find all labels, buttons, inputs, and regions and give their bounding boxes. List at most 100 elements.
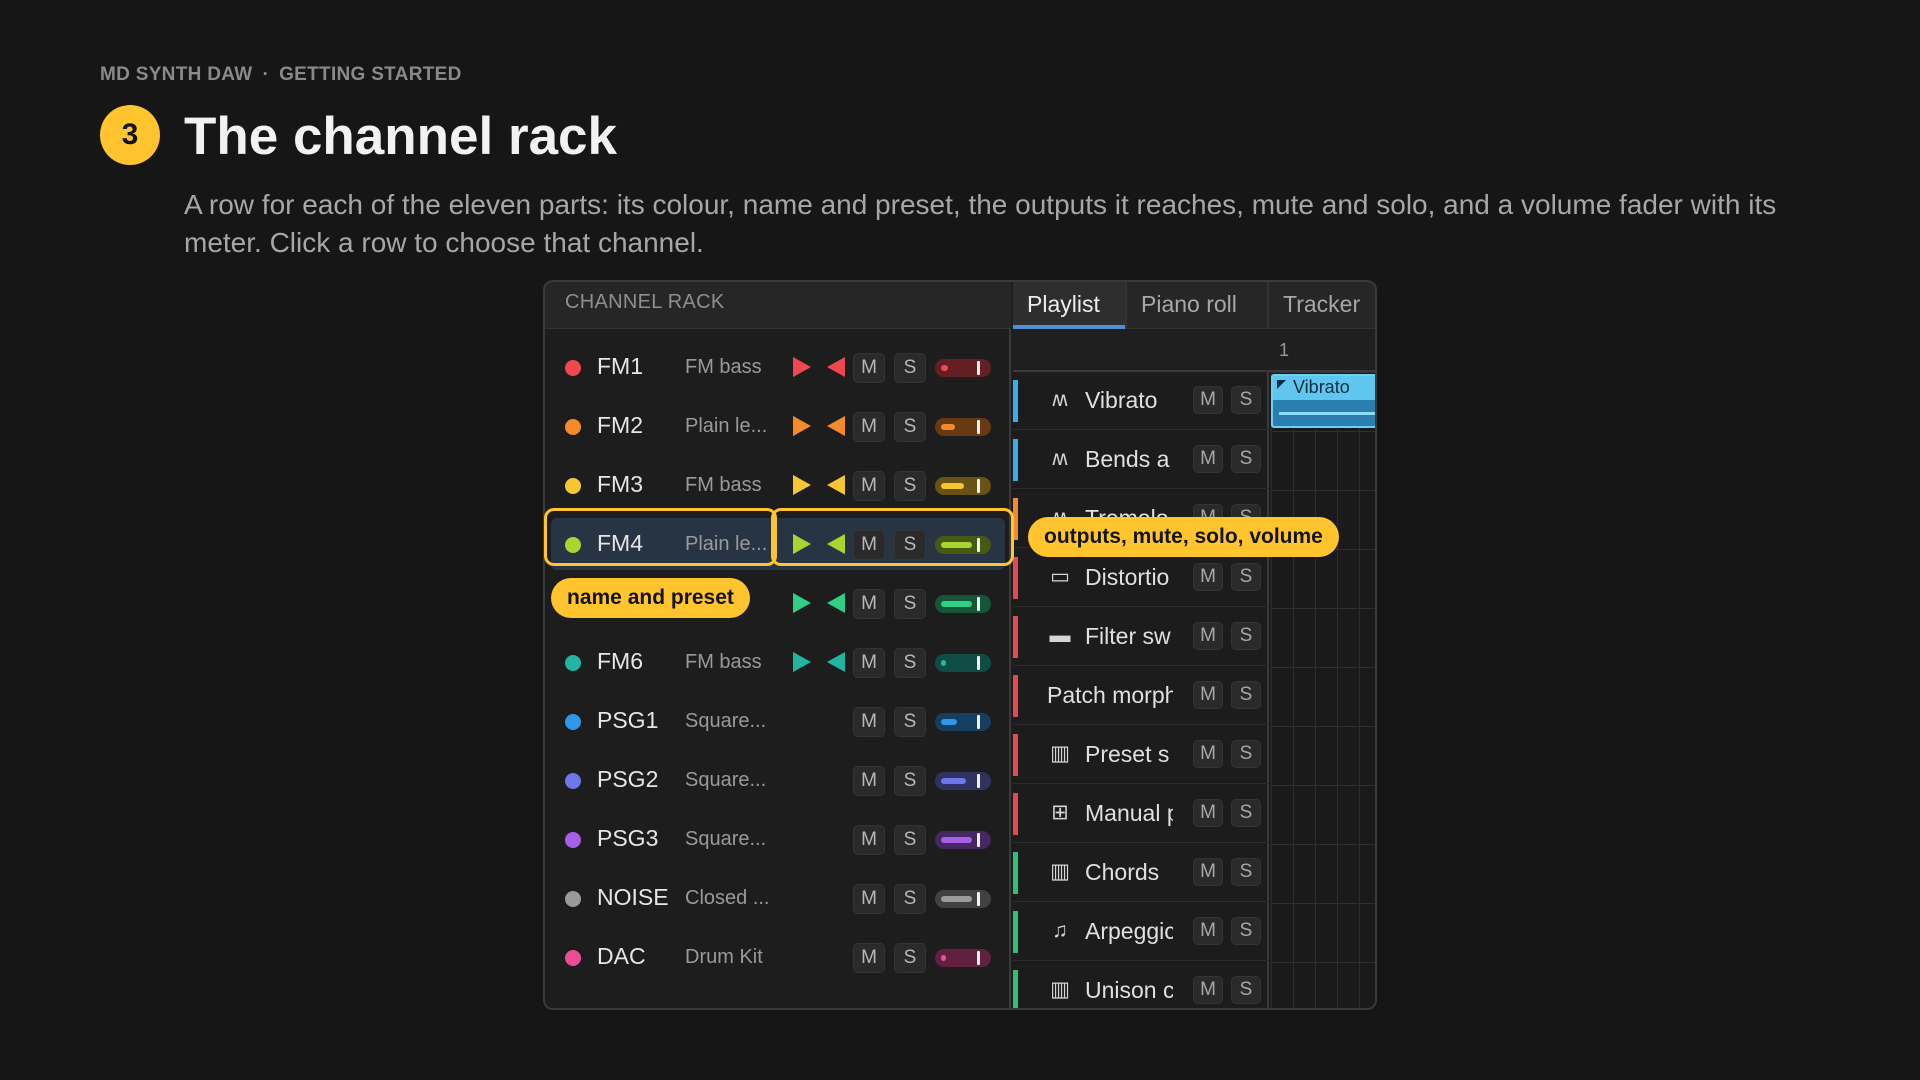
solo-button[interactable]: S bbox=[894, 825, 926, 855]
channel-row-psg1[interactable]: PSG1 Square... M S bbox=[551, 695, 1005, 747]
track-solo-button[interactable]: S bbox=[1231, 622, 1261, 650]
volume-fader[interactable] bbox=[935, 595, 991, 613]
volume-fader-handle[interactable] bbox=[977, 892, 980, 906]
playlist-track[interactable]: ▥ Preset s MS bbox=[1013, 726, 1269, 784]
window-icon: ▭ bbox=[1050, 565, 1070, 588]
tab-piano-roll[interactable]: Piano roll bbox=[1127, 282, 1269, 329]
track-mute-button[interactable]: M bbox=[1193, 740, 1223, 768]
track-mute-button[interactable]: M bbox=[1193, 858, 1223, 886]
mute-button[interactable]: M bbox=[853, 825, 885, 855]
output-right-icon[interactable] bbox=[827, 357, 845, 377]
track-solo-button[interactable]: S bbox=[1231, 681, 1261, 709]
volume-fader-handle[interactable] bbox=[977, 656, 980, 670]
channel-row-psg2[interactable]: PSG2 Square... M S bbox=[551, 754, 1005, 806]
track-solo-button[interactable]: S bbox=[1231, 917, 1261, 945]
track-color-bar bbox=[1013, 734, 1018, 776]
playlist-track[interactable]: ♫ Arpeggic M S bbox=[1013, 903, 1269, 961]
channel-name: PSG2 bbox=[597, 766, 659, 792]
tab-playlist[interactable]: Playlist bbox=[1013, 282, 1127, 329]
volume-fader[interactable] bbox=[935, 654, 991, 672]
track-solo-button[interactable]: S bbox=[1231, 386, 1261, 414]
volume-fader[interactable] bbox=[935, 418, 991, 436]
track-mute-button[interactable]: M bbox=[1193, 799, 1223, 827]
volume-fader-handle[interactable] bbox=[977, 774, 980, 788]
playlist-track[interactable]: ▬ Filter sw M S bbox=[1013, 608, 1269, 666]
timeline-ruler[interactable]: 1 bbox=[1013, 330, 1375, 372]
output-left-icon[interactable] bbox=[793, 652, 811, 672]
volume-fader[interactable] bbox=[935, 713, 991, 731]
output-right-icon[interactable] bbox=[827, 475, 845, 495]
track-mute-button[interactable]: M bbox=[1193, 622, 1223, 650]
mute-button[interactable]: M bbox=[853, 943, 885, 973]
track-mute-button[interactable]: M bbox=[1193, 976, 1223, 1004]
output-left-icon[interactable] bbox=[793, 357, 811, 377]
output-right-icon[interactable] bbox=[827, 652, 845, 672]
playlist-track[interactable]: ʍ Vibrato M S bbox=[1013, 372, 1269, 430]
playlist-track[interactable]: ▥ Unison c MS bbox=[1013, 962, 1269, 1008]
volume-fader[interactable] bbox=[935, 831, 991, 849]
solo-button[interactable]: S bbox=[894, 707, 926, 737]
output-left-icon[interactable] bbox=[793, 475, 811, 495]
solo-button[interactable]: S bbox=[894, 471, 926, 501]
volume-fader[interactable] bbox=[935, 949, 991, 967]
volume-fader[interactable] bbox=[935, 772, 991, 790]
playlist-track[interactable]: ⊞ Manual p MS bbox=[1013, 785, 1269, 843]
channel-row-fm3[interactable]: FM3 FM bass M S bbox=[551, 459, 1005, 511]
volume-fader-handle[interactable] bbox=[977, 951, 980, 965]
mute-button[interactable]: M bbox=[853, 884, 885, 914]
track-solo-button[interactable]: S bbox=[1231, 563, 1261, 591]
tab-tracker[interactable]: Tracker bbox=[1269, 282, 1375, 329]
playlist-track[interactable]: ▭ Distortio M S bbox=[1013, 549, 1269, 607]
output-left-icon[interactable] bbox=[793, 416, 811, 436]
mute-button[interactable]: M bbox=[853, 412, 885, 442]
playlist-grid[interactable]: Vibrato bbox=[1271, 372, 1375, 1008]
channel-row-fm2[interactable]: FM2 Plain le... M S bbox=[551, 400, 1005, 452]
track-solo-button[interactable]: S bbox=[1231, 445, 1261, 473]
track-solo-button[interactable]: S bbox=[1231, 976, 1261, 1004]
mute-button[interactable]: M bbox=[853, 707, 885, 737]
channel-row-fm1[interactable]: FM1 FM bass M S bbox=[551, 341, 1005, 393]
track-mute-button[interactable]: M bbox=[1193, 917, 1223, 945]
solo-button[interactable]: S bbox=[894, 648, 926, 678]
track-solo-button[interactable]: S bbox=[1231, 858, 1261, 886]
volume-fader-handle[interactable] bbox=[977, 361, 980, 375]
solo-button[interactable]: S bbox=[894, 353, 926, 383]
output-left-icon[interactable] bbox=[793, 593, 811, 613]
volume-fader[interactable] bbox=[935, 477, 991, 495]
mute-button[interactable]: M bbox=[853, 353, 885, 383]
volume-fader-handle[interactable] bbox=[977, 833, 980, 847]
track-mute-button[interactable]: M bbox=[1193, 386, 1223, 414]
mute-button[interactable]: M bbox=[853, 648, 885, 678]
channel-row-dac[interactable]: DAC Drum Kit M S bbox=[551, 931, 1005, 983]
breadcrumb-section: GETTING STARTED bbox=[279, 64, 462, 85]
volume-fader[interactable] bbox=[935, 890, 991, 908]
channel-row-noise[interactable]: NOISE Closed ... M S bbox=[551, 872, 1005, 924]
mute-button[interactable]: M bbox=[853, 471, 885, 501]
track-mute-button[interactable]: M bbox=[1193, 445, 1223, 473]
playlist-track[interactable]: ʍ Bends a MS bbox=[1013, 431, 1269, 489]
solo-button[interactable]: S bbox=[894, 766, 926, 796]
solo-button[interactable]: S bbox=[894, 943, 926, 973]
solo-button[interactable]: S bbox=[894, 412, 926, 442]
output-right-icon[interactable] bbox=[827, 593, 845, 613]
track-mute-button[interactable]: M bbox=[1193, 563, 1223, 591]
track-solo-button[interactable]: S bbox=[1231, 740, 1261, 768]
volume-fader-handle[interactable] bbox=[977, 715, 980, 729]
track-mute-button[interactable]: M bbox=[1193, 681, 1223, 709]
track-solo-button[interactable]: S bbox=[1231, 799, 1261, 827]
solo-button[interactable]: S bbox=[894, 589, 926, 619]
pattern-clip[interactable]: Vibrato bbox=[1271, 374, 1375, 428]
mute-button[interactable]: M bbox=[853, 589, 885, 619]
volume-fader-handle[interactable] bbox=[977, 420, 980, 434]
volume-fader-handle[interactable] bbox=[977, 479, 980, 493]
playlist-track[interactable]: Patch morph M S bbox=[1013, 667, 1269, 725]
playlist-track[interactable]: ▥ Chords M S bbox=[1013, 844, 1269, 902]
volume-fader-handle[interactable] bbox=[977, 597, 980, 611]
solo-button[interactable]: S bbox=[894, 884, 926, 914]
channel-row-fm6[interactable]: FM6 FM bass M S bbox=[551, 636, 1005, 688]
mute-button[interactable]: M bbox=[853, 766, 885, 796]
output-right-icon[interactable] bbox=[827, 416, 845, 436]
channel-row-psg3[interactable]: PSG3 Square... M S bbox=[551, 813, 1005, 865]
volume-meter bbox=[941, 778, 966, 784]
volume-fader[interactable] bbox=[935, 359, 991, 377]
